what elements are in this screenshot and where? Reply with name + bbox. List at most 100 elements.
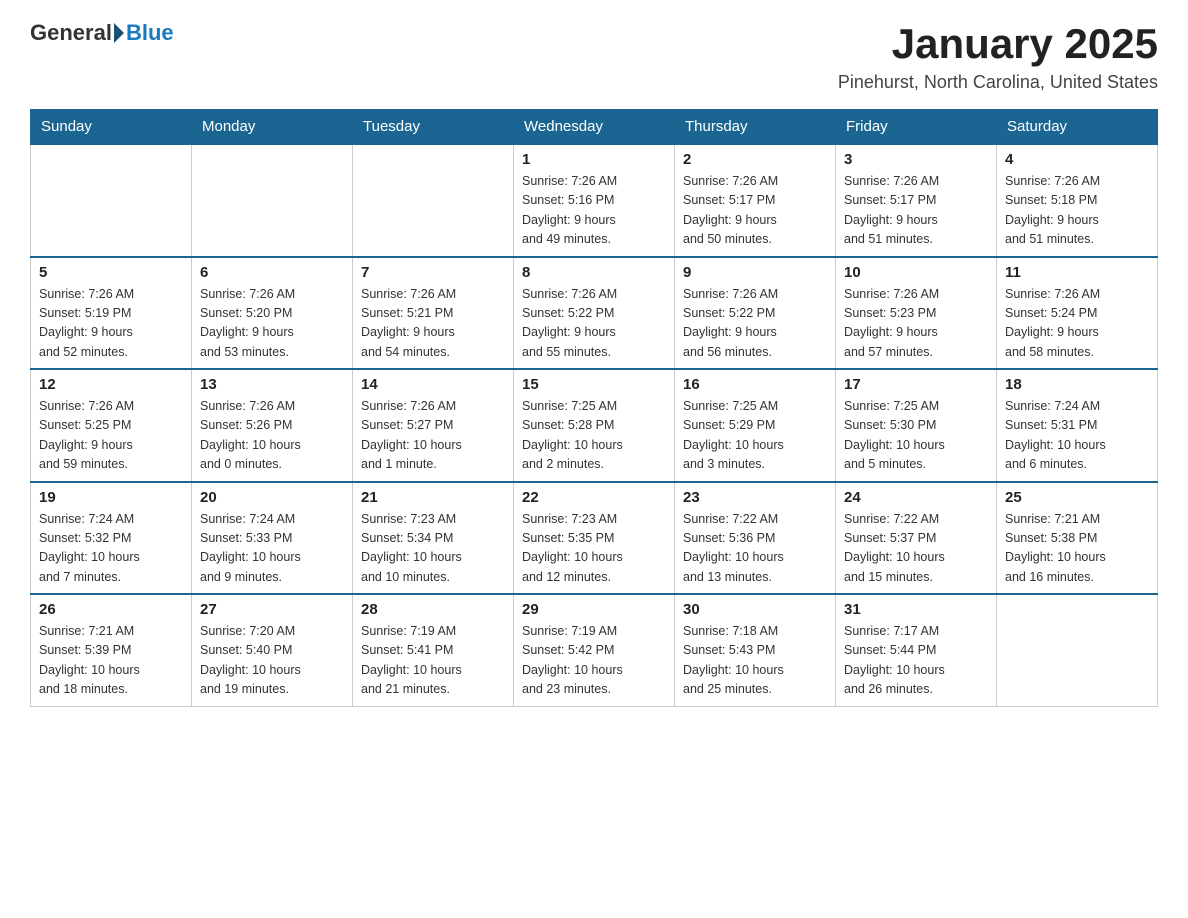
weekday-header-tuesday: Tuesday [353, 110, 514, 145]
weekday-header-wednesday: Wednesday [514, 110, 675, 145]
calendar-cell [31, 144, 192, 257]
calendar-week-row: 12Sunrise: 7:26 AM Sunset: 5:25 PM Dayli… [31, 369, 1158, 482]
day-number: 16 [683, 376, 827, 393]
day-info: Sunrise: 7:26 AM Sunset: 5:25 PM Dayligh… [39, 397, 183, 475]
calendar-cell: 4Sunrise: 7:26 AM Sunset: 5:18 PM Daylig… [997, 144, 1158, 257]
day-info: Sunrise: 7:26 AM Sunset: 5:17 PM Dayligh… [683, 172, 827, 250]
day-info: Sunrise: 7:17 AM Sunset: 5:44 PM Dayligh… [844, 622, 988, 700]
day-number: 19 [39, 489, 183, 506]
day-number: 9 [683, 264, 827, 281]
day-number: 1 [522, 151, 666, 168]
day-info: Sunrise: 7:25 AM Sunset: 5:28 PM Dayligh… [522, 397, 666, 475]
day-info: Sunrise: 7:26 AM Sunset: 5:16 PM Dayligh… [522, 172, 666, 250]
title-area: January 2025 Pinehurst, North Carolina, … [838, 20, 1158, 93]
logo: General Blue [30, 20, 174, 46]
calendar-cell: 3 Sunrise: 7:26 AM Sunset: 5:17 PM Daylig… [836, 144, 997, 257]
calendar-cell [997, 594, 1158, 706]
day-info: Sunrise: 7:26 AM Sunset: 5:22 PM Dayligh… [683, 285, 827, 363]
day-info: Sunrise: 7:26 AM Sunset: 5:20 PM Dayligh… [200, 285, 344, 363]
weekday-header-monday: Monday [192, 110, 353, 145]
calendar-week-row: 26Sunrise: 7:21 AM Sunset: 5:39 PM Dayli… [31, 594, 1158, 706]
day-number: 15 [522, 376, 666, 393]
day-info: Sunrise: 7:24 AM Sunset: 5:32 PM Dayligh… [39, 510, 183, 588]
day-info: Sunrise: 7:25 AM Sunset: 5:29 PM Dayligh… [683, 397, 827, 475]
calendar-cell: 12Sunrise: 7:26 AM Sunset: 5:25 PM Dayli… [31, 369, 192, 482]
day-info: Sunrise: 7:26 AM Sunset: 5:19 PM Dayligh… [39, 285, 183, 363]
calendar-cell: 15 Sunrise: 7:25 AM Sunset: 5:28 PM Dayli… [514, 369, 675, 482]
calendar-week-row: 19 Sunrise: 7:24 AM Sunset: 5:32 PM Dayli… [31, 482, 1158, 595]
day-number: 6 [200, 264, 344, 281]
calendar-cell: 24 Sunrise: 7:22 AM Sunset: 5:37 PM Dayli… [836, 482, 997, 595]
calendar-cell: 14Sunrise: 7:26 AM Sunset: 5:27 PM Dayli… [353, 369, 514, 482]
calendar-week-row: 5 Sunrise: 7:26 AM Sunset: 5:19 PM Daylig… [31, 257, 1158, 370]
day-info: Sunrise: 7:26 AM Sunset: 5:17 PM Dayligh… [844, 172, 988, 250]
calendar-cell: 22Sunrise: 7:23 AM Sunset: 5:35 PM Dayli… [514, 482, 675, 595]
weekday-header-sunday: Sunday [31, 110, 192, 145]
calendar-cell: 18 Sunrise: 7:24 AM Sunset: 5:31 PM Dayli… [997, 369, 1158, 482]
logo-arrow-icon [114, 23, 124, 43]
calendar-cell: 5 Sunrise: 7:26 AM Sunset: 5:19 PM Daylig… [31, 257, 192, 370]
calendar-cell: 23 Sunrise: 7:22 AM Sunset: 5:36 PM Dayli… [675, 482, 836, 595]
calendar-cell: 2 Sunrise: 7:26 AM Sunset: 5:17 PM Daylig… [675, 144, 836, 257]
day-number: 20 [200, 489, 344, 506]
calendar-cell: 13Sunrise: 7:26 AM Sunset: 5:26 PM Dayli… [192, 369, 353, 482]
day-info: Sunrise: 7:25 AM Sunset: 5:30 PM Dayligh… [844, 397, 988, 475]
calendar-cell: 30Sunrise: 7:18 AM Sunset: 5:43 PM Dayli… [675, 594, 836, 706]
day-number: 23 [683, 489, 827, 506]
day-info: Sunrise: 7:20 AM Sunset: 5:40 PM Dayligh… [200, 622, 344, 700]
calendar-cell: 6 Sunrise: 7:26 AM Sunset: 5:20 PM Daylig… [192, 257, 353, 370]
calendar-cell: 19 Sunrise: 7:24 AM Sunset: 5:32 PM Dayli… [31, 482, 192, 595]
calendar-cell: 29Sunrise: 7:19 AM Sunset: 5:42 PM Dayli… [514, 594, 675, 706]
day-info: Sunrise: 7:23 AM Sunset: 5:34 PM Dayligh… [361, 510, 505, 588]
day-info: Sunrise: 7:26 AM Sunset: 5:18 PM Dayligh… [1005, 172, 1149, 250]
day-number: 27 [200, 601, 344, 618]
day-number: 5 [39, 264, 183, 281]
day-number: 18 [1005, 376, 1149, 393]
day-number: 17 [844, 376, 988, 393]
day-number: 21 [361, 489, 505, 506]
calendar-cell: 27 Sunrise: 7:20 AM Sunset: 5:40 PM Dayli… [192, 594, 353, 706]
day-info: Sunrise: 7:24 AM Sunset: 5:33 PM Dayligh… [200, 510, 344, 588]
day-number: 10 [844, 264, 988, 281]
logo-blue-text: Blue [126, 20, 174, 46]
calendar-cell: 31 Sunrise: 7:17 AM Sunset: 5:44 PM Dayli… [836, 594, 997, 706]
day-info: Sunrise: 7:26 AM Sunset: 5:27 PM Dayligh… [361, 397, 505, 475]
calendar-cell: 20 Sunrise: 7:24 AM Sunset: 5:33 PM Dayli… [192, 482, 353, 595]
calendar-cell: 1 Sunrise: 7:26 AM Sunset: 5:16 PM Daylig… [514, 144, 675, 257]
day-number: 8 [522, 264, 666, 281]
weekday-header-row: SundayMondayTuesdayWednesdayThursdayFrid… [31, 110, 1158, 145]
day-number: 24 [844, 489, 988, 506]
day-info: Sunrise: 7:26 AM Sunset: 5:23 PM Dayligh… [844, 285, 988, 363]
day-number: 11 [1005, 264, 1149, 281]
calendar-cell [192, 144, 353, 257]
day-info: Sunrise: 7:22 AM Sunset: 5:37 PM Dayligh… [844, 510, 988, 588]
day-info: Sunrise: 7:19 AM Sunset: 5:42 PM Dayligh… [522, 622, 666, 700]
calendar-cell: 11 Sunrise: 7:26 AM Sunset: 5:24 PM Dayli… [997, 257, 1158, 370]
calendar-cell: 10 Sunrise: 7:26 AM Sunset: 5:23 PM Dayli… [836, 257, 997, 370]
day-number: 3 [844, 151, 988, 168]
day-number: 28 [361, 601, 505, 618]
calendar-cell: 25Sunrise: 7:21 AM Sunset: 5:38 PM Dayli… [997, 482, 1158, 595]
day-info: Sunrise: 7:26 AM Sunset: 5:26 PM Dayligh… [200, 397, 344, 475]
calendar-cell: 21 Sunrise: 7:23 AM Sunset: 5:34 PM Dayli… [353, 482, 514, 595]
calendar-week-row: 1 Sunrise: 7:26 AM Sunset: 5:16 PM Daylig… [31, 144, 1158, 257]
weekday-header-thursday: Thursday [675, 110, 836, 145]
calendar-cell: 8 Sunrise: 7:26 AM Sunset: 5:22 PM Daylig… [514, 257, 675, 370]
month-title: January 2025 [838, 20, 1158, 68]
day-number: 30 [683, 601, 827, 618]
day-info: Sunrise: 7:26 AM Sunset: 5:22 PM Dayligh… [522, 285, 666, 363]
day-number: 2 [683, 151, 827, 168]
calendar-cell: 28Sunrise: 7:19 AM Sunset: 5:41 PM Dayli… [353, 594, 514, 706]
day-info: Sunrise: 7:23 AM Sunset: 5:35 PM Dayligh… [522, 510, 666, 588]
weekday-header-friday: Friday [836, 110, 997, 145]
calendar-cell: 17 Sunrise: 7:25 AM Sunset: 5:30 PM Dayli… [836, 369, 997, 482]
location-title: Pinehurst, North Carolina, United States [838, 72, 1158, 93]
day-info: Sunrise: 7:22 AM Sunset: 5:36 PM Dayligh… [683, 510, 827, 588]
day-number: 31 [844, 601, 988, 618]
calendar-cell: 16 Sunrise: 7:25 AM Sunset: 5:29 PM Dayli… [675, 369, 836, 482]
logo-general-text: General [30, 20, 112, 46]
day-number: 25 [1005, 489, 1149, 506]
day-info: Sunrise: 7:26 AM Sunset: 5:24 PM Dayligh… [1005, 285, 1149, 363]
page-header: General Blue January 2025 Pinehurst, Nor… [30, 20, 1158, 93]
day-info: Sunrise: 7:24 AM Sunset: 5:31 PM Dayligh… [1005, 397, 1149, 475]
